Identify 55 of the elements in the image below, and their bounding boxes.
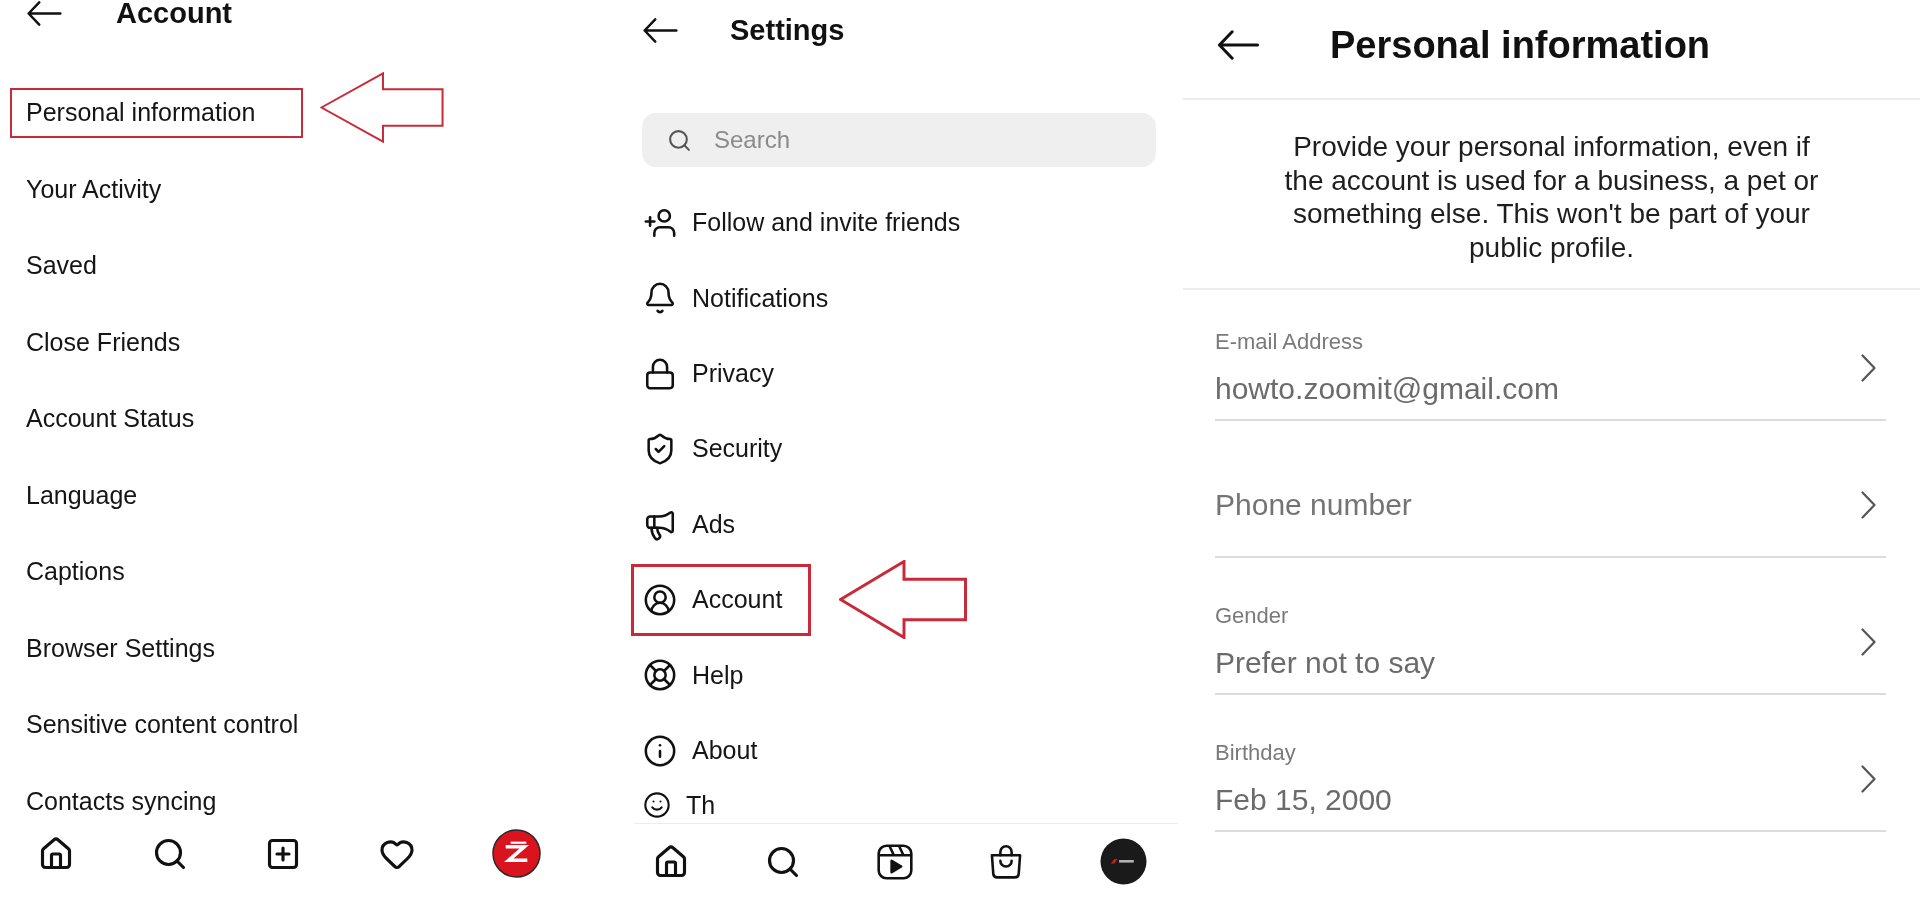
- menu-item[interactable]: Ads: [631, 488, 765, 561]
- menu-item[interactable]: Notifications: [631, 262, 858, 335]
- field-label: Birthday: [1215, 740, 1296, 766]
- screen-title: Account: [116, 0, 232, 28]
- menu-item[interactable]: Close Friends: [10, 317, 229, 368]
- back-arrow-icon[interactable]: [643, 17, 678, 43]
- field-label: Gender: [1215, 603, 1289, 629]
- person-plus-icon: [643, 206, 677, 240]
- back-arrow-icon[interactable]: [27, 0, 62, 26]
- menu-item[interactable]: About: [631, 714, 787, 787]
- field-label: E-mail Address: [1215, 329, 1363, 355]
- bell-icon: [643, 281, 677, 316]
- menu-item[interactable]: Follow and invite friends: [631, 187, 990, 259]
- menu-item[interactable]: Sensitive content control: [10, 700, 347, 750]
- search-placeholder: Search: [714, 126, 791, 154]
- menu-item[interactable]: Privacy: [631, 337, 803, 410]
- menu-item[interactable]: Account Status: [10, 394, 243, 444]
- menu-item[interactable]: Personal information: [10, 88, 304, 138]
- lifebuoy-icon: [643, 658, 677, 693]
- chevron-right-icon: [1861, 628, 1876, 656]
- input-field[interactable]: Gender Prefer not to say: [1215, 592, 1886, 695]
- menu-item[interactable]: Captions: [10, 547, 173, 597]
- field-placeholder: Phone number: [1215, 487, 1412, 523]
- input-field[interactable]: Phone number: [1215, 455, 1886, 558]
- field-value: Feb 15, 2000: [1215, 782, 1392, 818]
- user-circle-icon: [643, 582, 677, 617]
- search-icon: [667, 127, 692, 153]
- menu-item[interactable]: Language: [10, 470, 186, 521]
- input-field[interactable]: E-mail Address howto.zoomit@gmail.com: [1215, 318, 1886, 421]
- field-value: howto.zoomit@gmail.com: [1215, 371, 1559, 407]
- avatar-icon[interactable]: [492, 829, 541, 878]
- description-text: Provide your personal information, even if the account is used for a business, a pet or something else. This won't be part of your public profile.: [1283, 130, 1820, 265]
- menu-item[interactable]: Security: [631, 413, 812, 486]
- menu-item[interactable]: Browser Settings: [10, 623, 263, 674]
- home-icon[interactable]: [38, 835, 74, 872]
- screen-title: Settings: [730, 15, 845, 45]
- menu-item[interactable]: Th: [631, 790, 745, 821]
- back-arrow-icon[interactable]: [1216, 30, 1261, 60]
- menu-item[interactable]: Saved: [10, 241, 145, 291]
- screen-title: Personal information: [1330, 26, 1711, 64]
- lock-icon: [643, 356, 677, 391]
- smiley-icon: [643, 791, 671, 820]
- info-icon: [643, 733, 677, 768]
- menu-item[interactable]: Your Activity: [10, 164, 210, 215]
- chevron-right-icon: [1861, 354, 1876, 382]
- menu-item[interactable]: Contacts syncing: [10, 776, 265, 827]
- input-field[interactable]: Birthday Feb 15, 2000: [1215, 729, 1886, 832]
- chevron-right-icon: [1861, 491, 1876, 519]
- menu-item[interactable]: Account: [631, 563, 812, 636]
- field-value: Prefer not to say: [1215, 645, 1436, 681]
- avatar-icon[interactable]: [1100, 838, 1147, 886]
- home-icon[interactable]: [653, 843, 689, 880]
- video-play-icon[interactable]: [876, 843, 913, 880]
- chevron-right-icon: [1861, 765, 1876, 793]
- menu-item[interactable]: Help: [631, 639, 773, 712]
